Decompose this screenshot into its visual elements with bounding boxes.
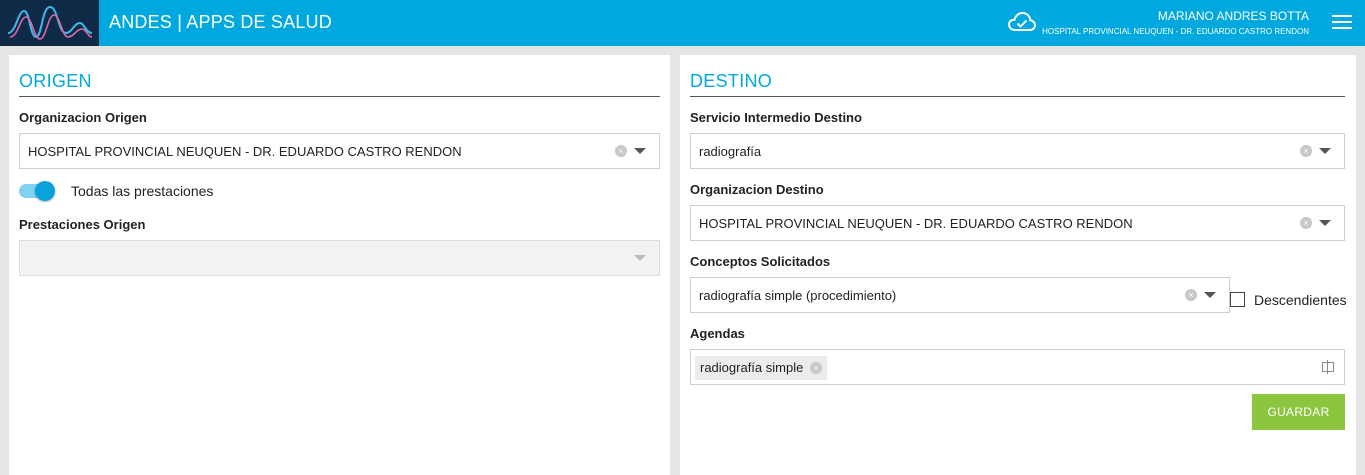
origen-panel: ORIGEN Organizacion Origen HOSPITAL PROV… [9, 55, 670, 475]
guardar-button[interactable]: GUARDAR [1252, 394, 1345, 430]
top-navbar: ANDES | APPS DE SALUD MARIANO ANDRES BOT… [0, 0, 1365, 46]
user-organization: HOSPITAL PROVINCIAL NEUQUEN - DR. EDUARD… [1042, 27, 1309, 36]
descendientes-label[interactable]: Descendientes [1254, 292, 1347, 308]
clear-icon[interactable]: × [615, 145, 627, 157]
todas-prestaciones-toggle[interactable] [19, 181, 55, 201]
remove-tag-icon[interactable]: × [810, 362, 823, 374]
chevron-down-icon[interactable] [1319, 220, 1331, 226]
chevron-down-icon[interactable] [634, 148, 646, 154]
descendientes-checkbox[interactable] [1230, 292, 1245, 307]
conceptos-solicitados-label: Conceptos Solicitados [690, 254, 831, 269]
user-name[interactable]: MARIANO ANDRES BOTTA [1158, 9, 1309, 23]
servicio-intermedio-select[interactable]: radiografía × [690, 133, 1345, 169]
agendas-label: Agendas [690, 326, 745, 341]
destino-divider [690, 96, 1345, 97]
cloud-icon[interactable] [1007, 11, 1037, 38]
agenda-tag-label: radiografía simple [700, 360, 804, 375]
app-title[interactable]: ANDES | APPS DE SALUD [109, 12, 332, 33]
destino-title: DESTINO [690, 71, 773, 91]
agenda-tag: radiografía simple × [695, 356, 828, 380]
servicio-intermedio-label: Servicio Intermedio Destino [690, 110, 862, 125]
organizacion-destino-select[interactable]: HOSPITAL PROVINCIAL NEUQUEN - DR. EDUARD… [690, 205, 1345, 241]
destino-panel: DESTINO Servicio Intermedio Destino radi… [680, 55, 1356, 475]
conceptos-solicitados-value: radiografía simple (procedimiento) [699, 288, 897, 303]
prestaciones-origen-label: Prestaciones Origen [19, 217, 146, 232]
clear-icon[interactable]: × [1300, 217, 1312, 229]
menu-icon[interactable] [1332, 15, 1352, 31]
organizacion-destino-label: Organizacion Destino [690, 182, 824, 197]
organizacion-origen-value: HOSPITAL PROVINCIAL NEUQUEN - DR. EDUARD… [28, 144, 462, 159]
chevron-down-icon[interactable] [1204, 292, 1216, 298]
conceptos-solicitados-select[interactable]: radiografía simple (procedimiento) × [690, 277, 1230, 313]
andes-logo[interactable] [0, 0, 99, 46]
clear-icon[interactable]: × [1300, 145, 1312, 157]
origen-divider [19, 96, 660, 97]
organizacion-destino-value: HOSPITAL PROVINCIAL NEUQUEN - DR. EDUARD… [699, 216, 1133, 231]
chevron-down-icon[interactable] [634, 255, 646, 261]
todas-prestaciones-label: Todas las prestaciones [71, 183, 214, 199]
agendas-multiselect[interactable]: radiografía simple × [690, 349, 1345, 385]
prestaciones-origen-select[interactable] [19, 240, 660, 276]
clear-icon[interactable]: × [1185, 289, 1197, 301]
servicio-intermedio-value: radiografía [699, 144, 762, 159]
multiselect-icon[interactable] [1322, 360, 1334, 374]
origen-title: ORIGEN [19, 71, 92, 91]
organizacion-origen-select[interactable]: HOSPITAL PROVINCIAL NEUQUEN - DR. EDUARD… [19, 133, 660, 169]
toggle-knob [35, 181, 55, 201]
chevron-down-icon[interactable] [1319, 148, 1331, 154]
organizacion-origen-label: Organizacion Origen [19, 110, 147, 125]
